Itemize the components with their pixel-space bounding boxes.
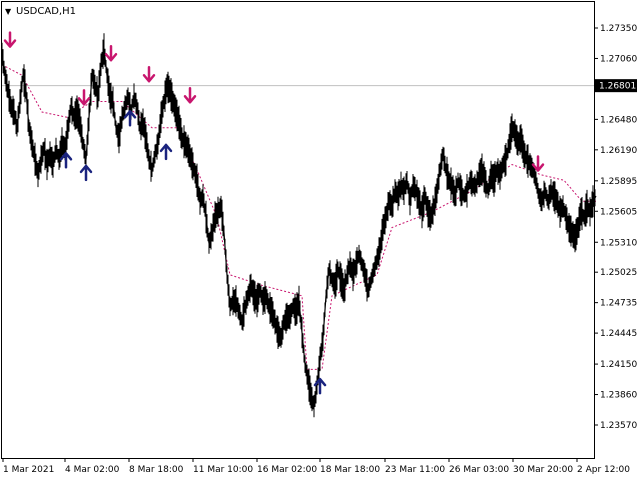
chart-window[interactable]: 1.273501.270601.267701.264801.261901.258… bbox=[0, 0, 640, 480]
x-tick-label: 11 Mar 10:00 bbox=[193, 465, 253, 475]
y-tick-label: 1.26480 bbox=[600, 115, 637, 125]
x-tick-label: 1 Mar 2021 bbox=[3, 465, 54, 475]
chevron-down-icon[interactable]: ▼ bbox=[5, 7, 12, 16]
y-tick-label: 1.25895 bbox=[600, 177, 637, 187]
y-tick-label: 1.23860 bbox=[600, 391, 637, 401]
y-tick-label: 1.27350 bbox=[600, 24, 637, 34]
current-price-label: 1.26801 bbox=[599, 82, 636, 92]
y-tick-label: 1.24150 bbox=[600, 360, 637, 370]
y-tick-label: 1.25025 bbox=[600, 268, 637, 278]
plot-area[interactable] bbox=[1, 1, 595, 459]
chart-title-group: ▼ USDCAD,H1 bbox=[5, 6, 76, 17]
x-tick-label: 26 Mar 03:00 bbox=[449, 465, 509, 475]
y-tick-label: 1.25310 bbox=[600, 238, 637, 248]
x-tick-label: 18 Mar 18:00 bbox=[320, 465, 380, 475]
y-tick-label: 1.24735 bbox=[600, 299, 637, 309]
current-price-tag: 1.26801 bbox=[595, 79, 637, 93]
y-tick-label: 1.23570 bbox=[600, 421, 637, 431]
x-tick-label: 2 Apr 12:00 bbox=[577, 465, 630, 475]
price-chart[interactable]: 1.273501.270601.267701.264801.261901.258… bbox=[0, 0, 640, 480]
x-tick-label: 23 Mar 11:00 bbox=[385, 465, 445, 475]
y-tick-label: 1.27060 bbox=[600, 54, 637, 64]
x-tick-label: 8 Mar 18:00 bbox=[129, 465, 184, 475]
x-tick-label: 30 Mar 20:00 bbox=[513, 465, 573, 475]
time-axis[interactable]: 1 Mar 2021 4 Mar 02:00 8 Mar 18:00 11 Mar 1… bbox=[2, 458, 630, 475]
y-tick-label: 1.26190 bbox=[600, 146, 637, 156]
y-tick-label: 1.25605 bbox=[600, 207, 637, 217]
x-tick-label: 16 Mar 02:00 bbox=[257, 465, 317, 475]
chart-title: USDCAD,H1 bbox=[16, 6, 76, 17]
x-tick-label: 4 Mar 02:00 bbox=[65, 465, 120, 475]
y-tick-label: 1.24445 bbox=[600, 329, 637, 339]
